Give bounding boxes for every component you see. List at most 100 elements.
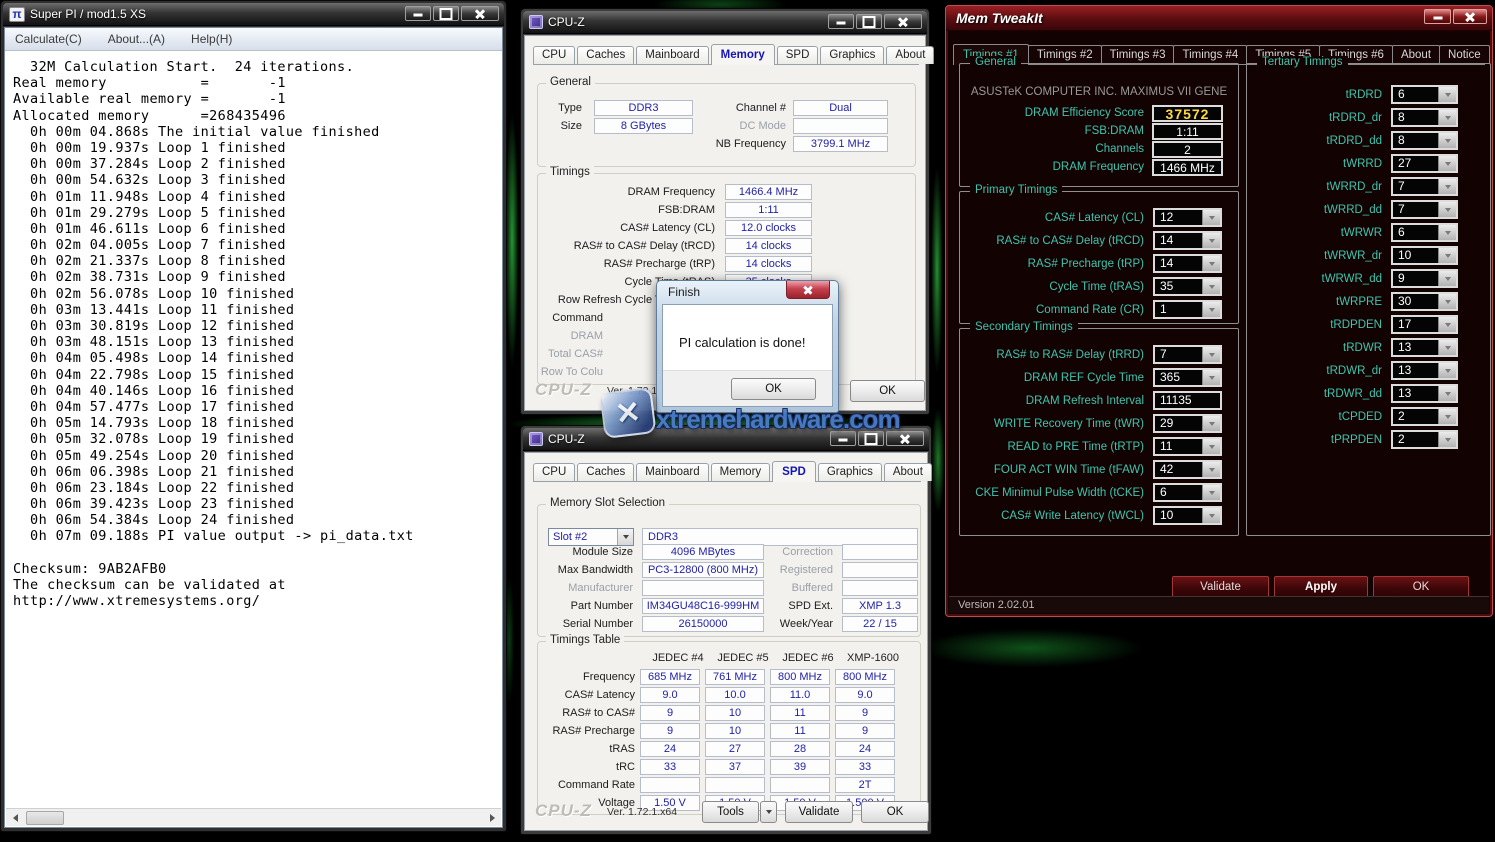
timing-combo[interactable]: 7 <box>1391 200 1458 219</box>
dropdown-arrow-icon[interactable] <box>1202 302 1220 317</box>
cpuz-titlebar[interactable]: CPU-Z <box>523 11 927 34</box>
timing-combo[interactable]: 13 <box>1391 384 1458 403</box>
timing-combo[interactable]: 9 <box>1391 269 1458 288</box>
scroll-left-arrow-icon[interactable] <box>6 809 24 827</box>
timing-combo[interactable]: 10 <box>1153 506 1222 525</box>
dropdown-arrow-icon[interactable] <box>1202 462 1220 477</box>
minimize-icon[interactable] <box>1424 9 1451 24</box>
timing-combo[interactable]: 14 <box>1153 254 1222 273</box>
timing-combo[interactable]: 29 <box>1153 414 1222 433</box>
timing-combo[interactable]: 35 <box>1153 277 1222 296</box>
tab[interactable]: Timings #2 <box>1028 45 1102 64</box>
dropdown-arrow-icon[interactable] <box>1438 294 1456 309</box>
minimize-icon[interactable] <box>405 6 431 21</box>
dropdown-arrow-icon[interactable] <box>1202 210 1220 225</box>
close-icon[interactable] <box>884 14 922 29</box>
dropdown-arrow-icon[interactable] <box>1438 179 1456 194</box>
tab[interactable]: CPU <box>533 46 575 64</box>
memtweakit-titlebar[interactable]: Mem TweakIt <box>946 6 1492 31</box>
dropdown-arrow-icon[interactable] <box>1438 363 1456 378</box>
dropdown-arrow-icon[interactable] <box>1438 156 1456 171</box>
timing-combo[interactable]: 17 <box>1391 315 1458 334</box>
timing-combo[interactable]: 42 <box>1153 460 1222 479</box>
tab[interactable]: About <box>1392 45 1440 64</box>
tab[interactable]: Graphics <box>820 46 884 64</box>
timing-combo[interactable]: 11135 <box>1153 391 1222 410</box>
timing-combo[interactable]: 11 <box>1153 437 1222 456</box>
validate-button[interactable]: Validate <box>785 801 853 823</box>
dropdown-arrow-icon[interactable] <box>1438 248 1456 263</box>
timing-combo[interactable]: 8 <box>1391 108 1458 127</box>
tab[interactable]: Graphics <box>818 463 882 481</box>
tab[interactable]: Memory <box>711 44 775 65</box>
timing-combo[interactable]: 365 <box>1153 368 1222 387</box>
tab[interactable]: CPU <box>533 463 575 481</box>
ok-button[interactable]: OK <box>861 801 929 823</box>
timing-combo[interactable]: 6 <box>1391 85 1458 104</box>
dropdown-arrow-icon[interactable] <box>1438 432 1456 447</box>
dropdown-arrow-icon[interactable] <box>1202 439 1220 454</box>
timing-combo[interactable]: 7 <box>1153 345 1222 364</box>
menu-item[interactable]: Calculate(C) <box>15 32 82 46</box>
maximize-icon[interactable] <box>433 6 459 21</box>
dropdown-arrow-icon[interactable] <box>1438 317 1456 332</box>
timing-combo[interactable]: 2 <box>1391 430 1458 449</box>
tab[interactable]: About <box>886 46 934 64</box>
dropdown-arrow-icon[interactable] <box>1202 485 1220 500</box>
close-icon[interactable] <box>461 6 499 21</box>
dropdown-arrow-icon[interactable] <box>1202 370 1220 385</box>
dropdown-arrow-icon[interactable] <box>1438 386 1456 401</box>
dropdown-arrow-icon[interactable] <box>1438 202 1456 217</box>
minimize-icon[interactable] <box>828 14 854 29</box>
tools-button[interactable]: Tools <box>702 801 759 823</box>
timing-combo[interactable]: 13 <box>1391 338 1458 357</box>
dropdown-arrow-icon[interactable] <box>1202 279 1220 294</box>
timing-combo[interactable]: 27 <box>1391 154 1458 173</box>
timing-combo[interactable]: 12 <box>1153 208 1222 227</box>
close-icon[interactable] <box>1453 9 1487 24</box>
tools-dropdown-arrow-icon[interactable] <box>760 801 777 823</box>
tab[interactable]: SPD <box>772 461 816 482</box>
tab[interactable]: Caches <box>577 463 634 481</box>
timing-combo[interactable]: 14 <box>1153 231 1222 250</box>
close-icon[interactable] <box>786 281 830 299</box>
timing-combo[interactable]: 2 <box>1391 407 1458 426</box>
dropdown-arrow-icon[interactable] <box>1438 340 1456 355</box>
timing-combo[interactable]: 1 <box>1153 300 1222 319</box>
superpi-titlebar[interactable]: Super PI / mod1.5 XS <box>3 3 504 26</box>
timing-combo[interactable]: 6 <box>1153 483 1222 502</box>
tab[interactable]: Caches <box>577 46 634 64</box>
tab[interactable]: Timings #3 <box>1101 45 1175 64</box>
timing-combo[interactable]: 6 <box>1391 223 1458 242</box>
tab[interactable]: SPD <box>777 46 819 64</box>
dropdown-arrow-icon[interactable] <box>1438 271 1456 286</box>
dropdown-arrow-icon[interactable] <box>1438 225 1456 240</box>
timing-combo[interactable]: 8 <box>1391 131 1458 150</box>
timing-combo[interactable]: 30 <box>1391 292 1458 311</box>
tab[interactable]: Timings #4 <box>1173 45 1247 64</box>
dropdown-arrow-icon[interactable] <box>1438 110 1456 125</box>
dropdown-arrow-icon[interactable] <box>1202 347 1220 362</box>
scroll-right-arrow-icon[interactable] <box>483 809 501 827</box>
tab[interactable]: Memory <box>711 463 771 481</box>
tab[interactable]: Mainboard <box>636 463 708 481</box>
scrollbar-thumb[interactable] <box>26 811 64 825</box>
dropdown-arrow-icon[interactable] <box>1202 416 1220 431</box>
horizontal-scrollbar[interactable] <box>6 808 501 826</box>
menu-item[interactable]: Help(H) <box>191 32 232 46</box>
timing-combo[interactable]: 13 <box>1391 361 1458 380</box>
tab[interactable]: About <box>884 463 932 481</box>
dropdown-arrow-icon[interactable] <box>1202 233 1220 248</box>
info-row: Manufacturer <box>535 579 764 597</box>
timing-combo[interactable]: 7 <box>1391 177 1458 196</box>
menu-item[interactable]: About...(A) <box>108 32 165 46</box>
tab[interactable]: Notice <box>1439 45 1490 64</box>
dropdown-arrow-icon[interactable] <box>1202 508 1220 523</box>
dropdown-arrow-icon[interactable] <box>1438 87 1456 102</box>
dropdown-arrow-icon[interactable] <box>1202 256 1220 271</box>
tab[interactable]: Mainboard <box>636 46 708 64</box>
maximize-icon[interactable] <box>856 14 882 29</box>
dropdown-arrow-icon[interactable] <box>1438 409 1456 424</box>
timing-combo[interactable]: 10 <box>1391 246 1458 265</box>
dropdown-arrow-icon[interactable] <box>1438 133 1456 148</box>
